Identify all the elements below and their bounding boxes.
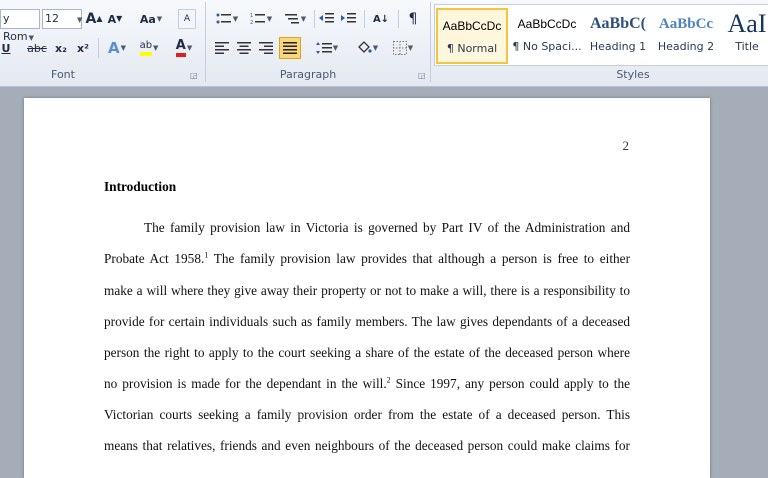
borders-icon xyxy=(392,41,407,55)
font-group-label: Font xyxy=(51,68,75,81)
chevron-down-icon: ▼ xyxy=(332,44,339,52)
font-size-combo[interactable]: 12 ▼ xyxy=(42,9,82,29)
style-name: ¶ Normal xyxy=(446,42,498,55)
align-right-icon xyxy=(259,42,273,54)
style-sample: AaI xyxy=(727,9,767,38)
sort-icon: A↓ xyxy=(372,13,390,25)
style-title[interactable]: AaI Title xyxy=(723,8,768,64)
chevron-down-icon: ▼ xyxy=(407,44,414,52)
numbering-button[interactable]: 1 2 ▼ xyxy=(246,10,276,28)
separator xyxy=(98,38,99,58)
align-right-button[interactable] xyxy=(256,38,276,58)
font-color-button[interactable]: A ▼ xyxy=(170,38,198,58)
document-page[interactable]: 2 Introduction The family provision law … xyxy=(24,98,710,478)
section-heading: Introduction xyxy=(104,179,177,194)
paint-bucket-icon xyxy=(357,41,372,53)
style-sample: AaBbCcDc xyxy=(517,17,577,31)
shrink-font-button[interactable]: A ▼ xyxy=(107,10,123,28)
chevron-down-icon[interactable]: ▼ xyxy=(77,16,82,24)
align-left-icon xyxy=(215,42,229,54)
separator xyxy=(430,2,431,82)
separator xyxy=(398,10,399,28)
style-name: Heading 2 xyxy=(657,40,715,53)
highlight-button[interactable]: ab ▼ xyxy=(134,38,164,58)
paragraph-line: person the right to apply to the court s… xyxy=(104,345,630,360)
separator xyxy=(314,10,315,28)
paragraph-group-label: Paragraph xyxy=(279,68,337,81)
styles-group-label: Styles xyxy=(616,68,650,81)
multilevel-list-button[interactable]: ▼ xyxy=(280,10,310,28)
chevron-down-icon: ▼ xyxy=(120,44,126,52)
style-sample: AaBbCc xyxy=(658,16,714,32)
chevron-down-icon: ▼ xyxy=(300,15,307,23)
chevron-down-icon: ▼ xyxy=(156,15,163,23)
show-formatting-button[interactable]: ¶ xyxy=(404,10,422,28)
justify-icon xyxy=(283,42,297,54)
paragraph-line: Victorian courts seeking a family provis… xyxy=(104,407,630,422)
borders-button[interactable]: ▼ xyxy=(388,38,418,58)
clear-formatting-button[interactable]: A xyxy=(178,9,196,29)
underline-button[interactable]: U xyxy=(0,38,12,58)
separator xyxy=(205,2,206,82)
bullets-button[interactable]: ▼ xyxy=(212,10,242,28)
style-name: Heading 1 xyxy=(589,40,647,53)
paragraph-line: means that relatives, friends and even n… xyxy=(104,438,630,453)
ribbon: y Rom▼ 12 ▼ A ▲ A ▼ Aa ▼ A U abc x₂ x² A ▼ ab… xyxy=(0,0,768,87)
styles-gallery: AaBbCcDc ¶ Normal AaBbCcDc ¶ No Spaci...… xyxy=(434,4,768,66)
decrease-indent-button[interactable] xyxy=(318,10,336,28)
shading-button[interactable]: ▼ xyxy=(352,38,382,58)
pilcrow-icon: ¶ xyxy=(408,11,418,27)
decrease-indent-icon xyxy=(319,13,334,23)
sort-button[interactable]: A↓ xyxy=(370,10,392,28)
font-size-value: 12 xyxy=(45,12,59,25)
svg-text:1: 1 xyxy=(250,13,253,19)
increase-indent-button[interactable] xyxy=(340,10,358,28)
multilevel-list-icon xyxy=(284,14,299,24)
style-sample: AaBbCcDc xyxy=(442,19,502,33)
style-name: Title xyxy=(735,40,759,53)
increase-indent-icon xyxy=(341,13,356,23)
separator xyxy=(364,10,365,28)
svg-text:2: 2 xyxy=(250,20,253,26)
paragraph-line: Probate Act 1958.1 The family provision … xyxy=(104,250,630,266)
page-number: 2 xyxy=(622,138,630,153)
paragraph-line: The family provision law in Victoria is … xyxy=(144,220,630,235)
chevron-down-icon: ▼ xyxy=(232,15,239,23)
text-effects-button[interactable]: A ▼ xyxy=(104,38,130,58)
style-sample: AaBbC( xyxy=(589,15,646,32)
dialog-launcher-icon[interactable]: ◲ xyxy=(190,71,198,80)
chevron-down-icon: ▼ xyxy=(372,44,379,52)
eraser-icon: A xyxy=(183,14,191,24)
align-center-icon xyxy=(237,42,251,54)
strikethrough-button[interactable]: abc xyxy=(26,38,48,58)
style-no-spacing[interactable]: AaBbCcDc ¶ No Spaci... xyxy=(511,8,583,64)
align-center-button[interactable] xyxy=(234,38,254,58)
paragraph-line: no provision is made for the dependant i… xyxy=(104,375,630,391)
dialog-launcher-icon[interactable]: ◲ xyxy=(418,71,426,80)
chevron-down-icon: ▼ xyxy=(186,44,193,52)
line-spacing-button[interactable]: ▼ xyxy=(312,38,342,58)
font-name-combo[interactable]: y Rom▼ xyxy=(0,9,40,43)
paragraph-line: make a will where they give away their p… xyxy=(104,283,630,298)
line-spacing-icon xyxy=(315,42,332,54)
change-case-button[interactable]: Aa ▼ xyxy=(138,10,164,28)
subscript-button[interactable]: x₂ xyxy=(52,38,70,58)
align-left-button[interactable] xyxy=(212,38,232,58)
style-name: ¶ No Spaci... xyxy=(512,40,582,53)
superscript-button[interactable]: x² xyxy=(74,38,92,58)
numbering-icon: 12 xyxy=(250,13,265,26)
chevron-down-icon: ▼ xyxy=(266,15,273,23)
chevron-down-icon: ▼ xyxy=(153,44,159,52)
style-heading-1[interactable]: AaBbC( Heading 1 xyxy=(585,8,651,64)
paragraph-line: provide for certain individuals such as … xyxy=(104,314,630,329)
bullets-icon xyxy=(216,13,231,24)
justify-button[interactable] xyxy=(279,37,301,59)
style-heading-2[interactable]: AaBbCc Heading 2 xyxy=(653,8,719,64)
grow-font-button[interactable]: A ▲ xyxy=(86,10,103,28)
style-normal[interactable]: AaBbCcDc ¶ Normal xyxy=(436,8,508,64)
